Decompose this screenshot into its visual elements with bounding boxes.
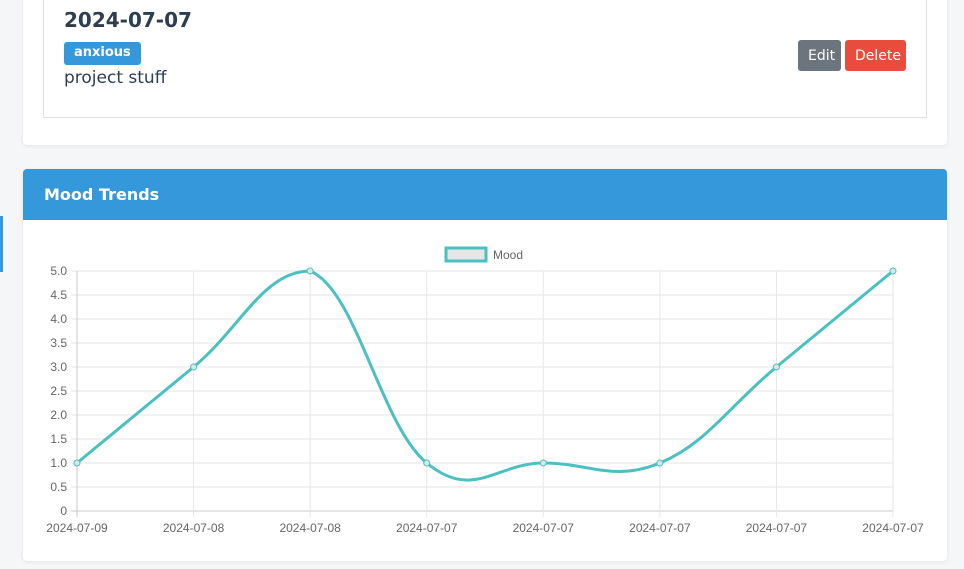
data-point: [889, 267, 897, 275]
entry-note: project stuff: [64, 68, 167, 88]
y-tick-label: 3.5: [50, 336, 67, 350]
legend-label: Mood: [493, 248, 523, 262]
delete-button[interactable]: Delete: [845, 40, 906, 71]
x-tick-label: 2024-07-07: [862, 521, 924, 535]
x-tick-label: 2024-07-09: [46, 521, 108, 535]
y-tick-label: 2.5: [50, 384, 67, 398]
y-tick-label: 5.0: [50, 264, 67, 278]
x-tick-label: 2024-07-07: [396, 521, 458, 535]
data-point: [306, 267, 314, 275]
data-point: [772, 363, 780, 371]
mood-trends-card: Mood Trends 0 0.5 1.0 1.5 2.0 2.5 3.0 3.5 4.0 4.5…: [23, 169, 947, 561]
y-tick-label: 1.5: [50, 432, 67, 446]
x-tick-label: 2024-07-08: [163, 521, 225, 535]
legend-swatch: [444, 246, 488, 263]
x-tick-label: 2024-07-07: [746, 521, 808, 535]
data-point: [423, 459, 431, 467]
y-tick-label: 0.5: [50, 480, 67, 494]
y-tick-label: 4.5: [50, 288, 67, 302]
x-tick-label: 2024-07-08: [279, 521, 341, 535]
mood-badge: anxious: [64, 42, 141, 65]
x-tick-label: 2024-07-07: [513, 521, 575, 535]
data-point: [73, 459, 81, 467]
series-line-mood: [76, 269, 894, 482]
data-point: [539, 459, 547, 467]
entry-date: 2024-07-07: [64, 8, 192, 32]
y-tick-label: 2.0: [50, 408, 67, 422]
data-point: [190, 363, 198, 371]
y-tick-label: 4.0: [50, 312, 67, 326]
y-tick-label: 1.0: [50, 456, 67, 470]
sidebar-accent: [0, 216, 3, 272]
edit-button[interactable]: Edit: [798, 40, 841, 71]
entries-card: 2024-07-07 anxious project stuff Edit De…: [23, 0, 947, 145]
data-point: [656, 459, 664, 467]
mood-chart: 0 0.5 1.0 1.5 2.0 2.5 3.0 3.5 4.0 4.5 5.0 2024-07-0…: [46, 246, 924, 535]
entry-item: 2024-07-07 anxious project stuff Edit De…: [43, 0, 927, 118]
y-tick-label: 0: [60, 504, 67, 518]
y-tick-label: 3.0: [50, 360, 67, 374]
x-tick-label: 2024-07-07: [629, 521, 691, 535]
